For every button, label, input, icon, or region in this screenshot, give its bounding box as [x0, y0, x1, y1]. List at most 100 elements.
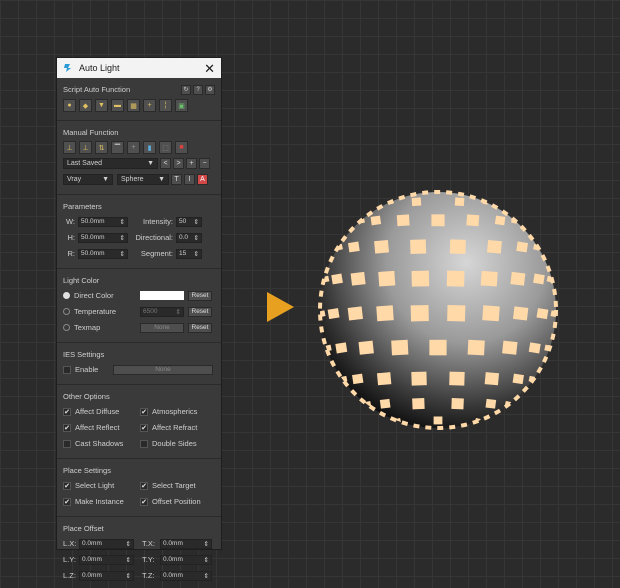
light-patch	[454, 197, 465, 207]
spinner-icon[interactable]: ⇕	[120, 234, 125, 242]
auto-light-button-6[interactable]: +	[143, 99, 156, 112]
shape-value: Sphere	[121, 176, 144, 183]
manual-button-7[interactable]: ⬚	[159, 141, 172, 154]
spinner-icon[interactable]: ⇕	[204, 572, 209, 580]
texmap-radio[interactable]	[63, 324, 70, 331]
auto-light-button-2[interactable]: ◆	[79, 99, 92, 112]
make-instance-checkbox[interactable]: ✔	[63, 497, 71, 506]
manual-button-6[interactable]: ▮	[143, 141, 156, 154]
auto-light-button-5[interactable]: ▦	[127, 99, 140, 112]
light-patch	[467, 339, 485, 356]
manual-button-2[interactable]: ⊥	[79, 141, 92, 154]
ies-file-button[interactable]: None	[113, 364, 213, 375]
ty-value: 0.0mm	[163, 556, 183, 563]
lz-value: 0.0mm	[82, 572, 102, 579]
settings-button[interactable]: ⚙	[205, 84, 215, 95]
place-settings-title: Place Settings	[63, 466, 111, 475]
text-button[interactable]: T	[171, 174, 182, 185]
auto-light-button-4[interactable]: ▬	[111, 99, 124, 112]
prev-preset-button[interactable]: <	[160, 158, 171, 169]
manual-button-5[interactable]: +	[127, 141, 140, 154]
renderer-dropdown[interactable]: Vray ▼	[63, 174, 113, 185]
temperature-radio[interactable]	[63, 308, 70, 315]
directional-field[interactable]: 0.0 ⇕	[176, 232, 202, 243]
auto-light-button-8[interactable]: ▣	[175, 99, 188, 112]
height-field[interactable]: 50.0mm ⇕	[78, 232, 128, 243]
atmospherics-checkbox[interactable]: ✔	[140, 407, 148, 416]
shape-dropdown[interactable]: Sphere ▼	[117, 174, 169, 185]
chevron-down-icon: ▼	[158, 176, 165, 183]
affect-reflect-checkbox[interactable]: ✔	[63, 423, 71, 432]
w-label: W:	[65, 217, 75, 226]
offset-position-checkbox[interactable]: ✔	[140, 497, 148, 506]
texmap-button[interactable]: None	[140, 322, 184, 333]
remove-preset-button[interactable]: −	[199, 158, 210, 169]
spinner-icon[interactable]: ⇕	[120, 218, 125, 226]
manual-button-4[interactable]: ▔	[111, 141, 124, 154]
auto-light-button-1[interactable]: ●	[63, 99, 76, 112]
spinner-icon[interactable]: ⇕	[204, 556, 209, 564]
spinner-icon[interactable]: ⇕	[194, 218, 199, 226]
light-patch	[482, 305, 500, 322]
select-target-checkbox[interactable]: ✔	[140, 481, 148, 490]
next-preset-button[interactable]: >	[173, 158, 184, 169]
affect-diffuse-checkbox[interactable]: ✔	[63, 407, 71, 416]
auto-light-button-3[interactable]: ▼	[95, 99, 108, 112]
spinner-icon[interactable]: ⇕	[126, 556, 131, 564]
lz-field[interactable]: 0.0mm ⇕	[79, 570, 134, 581]
reset-texmap-button[interactable]: Reset	[188, 322, 212, 333]
tz-field[interactable]: 0.0mm ⇕	[160, 570, 212, 581]
direct-color-radio[interactable]	[63, 292, 70, 299]
double-sides-checkbox[interactable]	[140, 439, 148, 448]
affect-refract-checkbox[interactable]: ✔	[140, 423, 148, 432]
light-patch	[528, 342, 541, 354]
enable-checkbox[interactable]	[63, 365, 71, 374]
spinner-icon[interactable]: ⇕	[176, 308, 181, 316]
affect-reflect-label: Affect Reflect	[75, 423, 120, 432]
alert-button[interactable]: A	[197, 174, 208, 185]
light-patch	[410, 239, 427, 254]
chevron-down-icon: ▼	[102, 176, 109, 183]
manual-button-1[interactable]: ⊥	[63, 141, 76, 154]
add-preset-button[interactable]: +	[186, 158, 197, 169]
width-field[interactable]: 50.0mm ⇕	[78, 216, 128, 227]
spinner-icon[interactable]: ⇕	[126, 540, 131, 548]
intensity-field[interactable]: 50 ⇕	[176, 216, 202, 227]
info-button[interactable]: I	[184, 174, 195, 185]
segment-field[interactable]: 15 ⇕	[176, 248, 202, 259]
help-button[interactable]: ?	[193, 85, 203, 95]
manual-button-3[interactable]: ⇅	[95, 141, 108, 154]
radius-field[interactable]: 50.0mm ⇕	[78, 248, 128, 259]
bulb-spot-icon: ▬	[114, 102, 121, 109]
intensity-label: Intensity:	[142, 217, 173, 226]
spinner-icon[interactable]: ⇕	[194, 234, 199, 242]
auto-light-button-7[interactable]: ¦	[159, 99, 172, 112]
ly-field[interactable]: 0.0mm ⇕	[79, 554, 134, 565]
light-patch	[350, 271, 366, 286]
title-bar[interactable]: Auto Light ✕	[57, 58, 221, 78]
ies-title: IES Settings	[63, 350, 105, 359]
affect-refract-label: Affect Refract	[152, 423, 198, 432]
color-swatch[interactable]	[140, 291, 184, 300]
tx-field[interactable]: 0.0mm ⇕	[160, 538, 212, 549]
reset-direct-button[interactable]: Reset	[188, 290, 212, 301]
spinner-icon[interactable]: ⇕	[126, 572, 131, 580]
check-icon: ✔	[64, 424, 70, 432]
manual-button-8[interactable]: ■	[175, 141, 188, 154]
select-light-checkbox[interactable]: ✔	[63, 481, 71, 490]
spinner-icon[interactable]: ⇕	[204, 540, 209, 548]
temperature-field[interactable]: 6500 ⇕	[140, 306, 184, 317]
ty-field[interactable]: 0.0mm ⇕	[160, 554, 212, 565]
close-icon[interactable]: ✕	[204, 62, 215, 75]
cast-shadows-checkbox[interactable]	[63, 439, 71, 448]
spinner-icon[interactable]: ⇕	[194, 250, 199, 258]
light-patch	[516, 241, 529, 253]
light-patch	[480, 270, 498, 287]
spinner-icon[interactable]: ⇕	[120, 250, 125, 258]
lx-field[interactable]: 0.0mm ⇕	[79, 538, 134, 549]
light-patch	[412, 397, 425, 410]
refresh-button[interactable]: ↻	[181, 84, 191, 95]
preset-dropdown[interactable]: Last Saved ▼	[63, 158, 158, 169]
light-patch	[347, 306, 364, 321]
reset-temperature-button[interactable]: Reset	[188, 306, 212, 317]
